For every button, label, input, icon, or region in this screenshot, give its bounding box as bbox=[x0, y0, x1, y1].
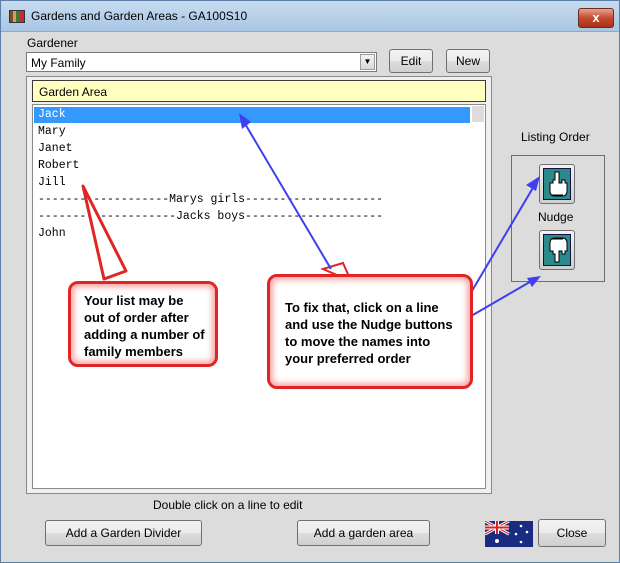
arrow-head bbox=[527, 276, 541, 287]
main-window: Gardens and Garden Areas - GA100S10 x Ga… bbox=[0, 0, 620, 563]
arrow-head bbox=[526, 176, 540, 191]
arrow-to-list bbox=[240, 116, 332, 270]
callout-right-text: To fix that, click on a line and use the… bbox=[285, 300, 453, 366]
left-callout-tail bbox=[81, 184, 128, 281]
callout-right: To fix that, click on a line and use the… bbox=[267, 274, 473, 389]
callout-left: Your list may be out of order after addi… bbox=[68, 281, 218, 367]
arrow-head bbox=[239, 113, 251, 129]
callout-left-text: Your list may be out of order after addi… bbox=[84, 293, 205, 359]
